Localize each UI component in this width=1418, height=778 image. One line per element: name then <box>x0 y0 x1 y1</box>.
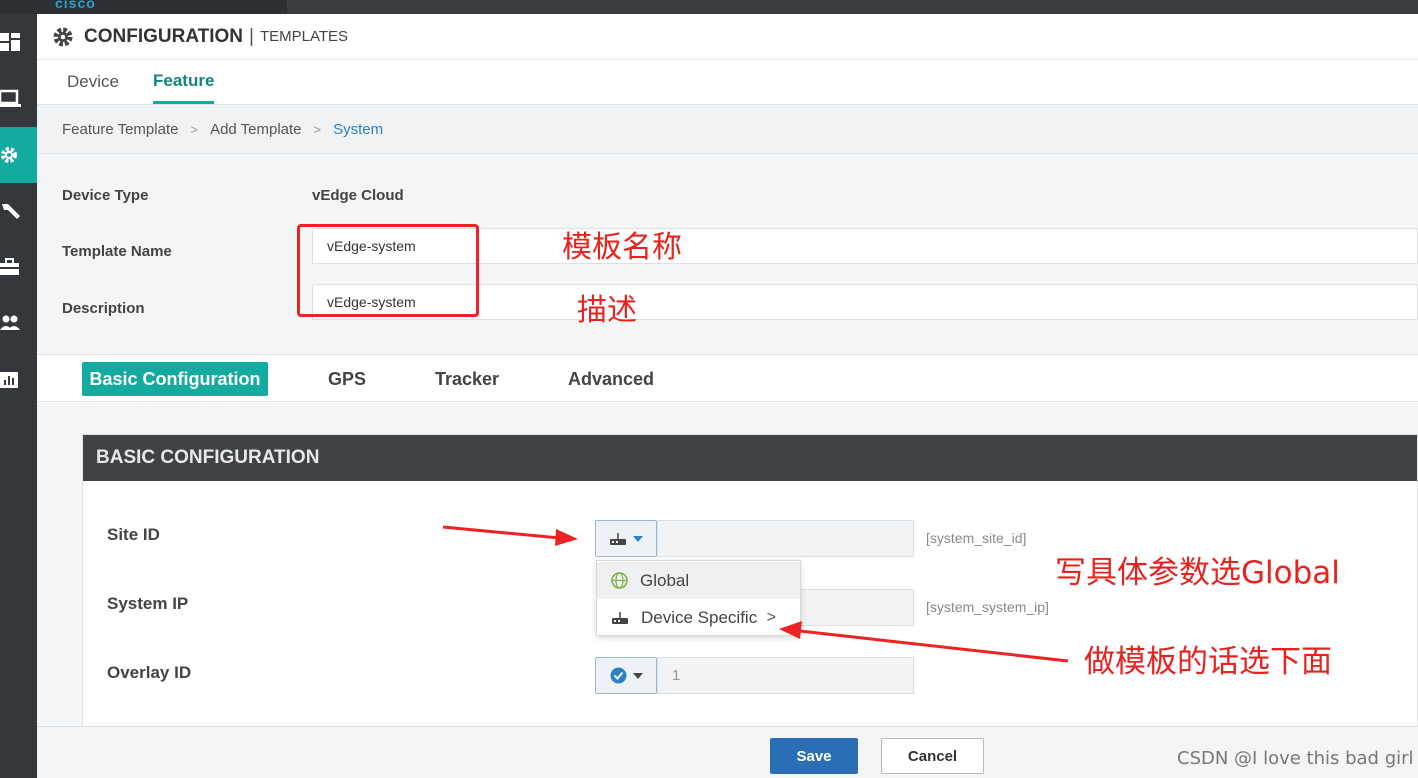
breadcrumb-current: System <box>333 120 384 138</box>
overlay-id-label: Overlay ID <box>107 663 192 682</box>
chart-icon <box>0 372 18 388</box>
title-separator: | <box>249 25 254 47</box>
subtab-advanced[interactable]: Advanced <box>557 362 665 396</box>
device-type-value: vEdge Cloud <box>312 187 404 204</box>
cancel-button[interactable]: Cancel <box>881 738 984 774</box>
breadcrumb-feature-template[interactable]: Feature Template <box>62 121 178 138</box>
section-heading: BASIC CONFIGURATION <box>83 435 1417 481</box>
annotation-template-name: 模板名称 <box>562 230 682 265</box>
tab-device[interactable]: Device <box>67 60 119 104</box>
users-icon <box>0 315 20 330</box>
annotation-global: 写具体参数选Global <box>1055 555 1340 591</box>
monitor-icon <box>0 89 21 107</box>
check-circle-icon <box>610 667 626 684</box>
site-id-scope-dropdown[interactable] <box>595 520 657 557</box>
scope-dropdown-menu: Global Device Specific > <box>596 560 801 636</box>
template-info: Device Type vEdge Cloud Template Name vE… <box>37 154 1418 354</box>
site-id-variable-hint: [system_site_id] <box>926 530 1027 546</box>
breadcrumb-add-template[interactable]: Add Template <box>210 121 301 138</box>
chevron-right-icon: > <box>766 608 776 626</box>
dashboard-icon <box>0 33 20 51</box>
page-title: CONFIGURATION <box>84 25 244 47</box>
wrench-icon <box>2 204 20 219</box>
breadcrumb: Feature Template > Add Template > System <box>37 104 1418 154</box>
system-ip-variable-hint: [system_system_ip] <box>926 599 1049 615</box>
template-name-label: Template Name <box>62 243 172 260</box>
subtab-basic-configuration[interactable]: Basic Configuration <box>82 362 268 396</box>
briefcase-icon <box>0 258 19 275</box>
globe-icon <box>611 572 628 589</box>
sidebar-item-administration[interactable] <box>0 295 37 351</box>
overlay-id-scope-dropdown[interactable] <box>595 657 657 694</box>
sidebar-item-dashboard[interactable] <box>0 14 37 70</box>
page-header: CONFIGURATION | TEMPLATES <box>37 14 1418 60</box>
gear-icon <box>1 147 17 163</box>
site-id-label: Site ID <box>107 525 160 544</box>
system-ip-label: System IP <box>107 594 189 613</box>
sidebar-item-maintenance[interactable] <box>0 239 37 295</box>
caret-down-icon <box>633 535 643 542</box>
sidebar <box>0 14 37 778</box>
menu-item-device-specific[interactable]: Device Specific > <box>597 599 800 636</box>
config-subtabs: Basic Configuration GPS Tracker Advanced <box>37 354 1418 402</box>
menu-item-device-specific-label: Device Specific <box>641 607 758 627</box>
annotation-device-specific: 做模板的话选下面 <box>1084 644 1332 680</box>
menu-item-global-label: Global <box>640 570 690 590</box>
top-bar: cisco <box>0 0 1418 14</box>
router-icon <box>610 532 626 545</box>
device-type-label: Device Type <box>62 187 149 204</box>
save-button[interactable]: Save <box>770 738 858 774</box>
watermark: CSDN @I love this bad girl <box>1177 748 1414 769</box>
top-bar-logo-area <box>0 0 287 14</box>
site-id-input[interactable] <box>657 520 914 557</box>
cisco-logo: cisco <box>55 0 96 11</box>
sidebar-item-analytics[interactable] <box>0 352 37 408</box>
sidebar-item-configuration[interactable] <box>0 127 37 183</box>
sidebar-item-monitor[interactable] <box>0 70 37 126</box>
template-tabs: Device Feature <box>37 60 1418 104</box>
page-subtitle: TEMPLATES <box>259 28 349 45</box>
tab-feature[interactable]: Feature <box>153 60 215 104</box>
caret-down-icon <box>632 672 643 679</box>
annotation-description: 描述 <box>577 293 637 328</box>
router-icon <box>612 611 628 624</box>
sidebar-item-tools[interactable] <box>0 183 37 239</box>
annotation-highlight-box <box>297 224 479 317</box>
gear-icon <box>53 27 73 46</box>
breadcrumb-separator: > <box>313 121 322 137</box>
subtab-gps[interactable]: GPS <box>307 362 387 396</box>
description-label: Description <box>62 300 145 317</box>
subtab-tracker[interactable]: Tracker <box>422 362 512 396</box>
overlay-id-input[interactable]: 1 <box>657 657 914 694</box>
menu-item-global[interactable]: Global <box>597 562 800 599</box>
breadcrumb-separator: > <box>190 121 199 137</box>
